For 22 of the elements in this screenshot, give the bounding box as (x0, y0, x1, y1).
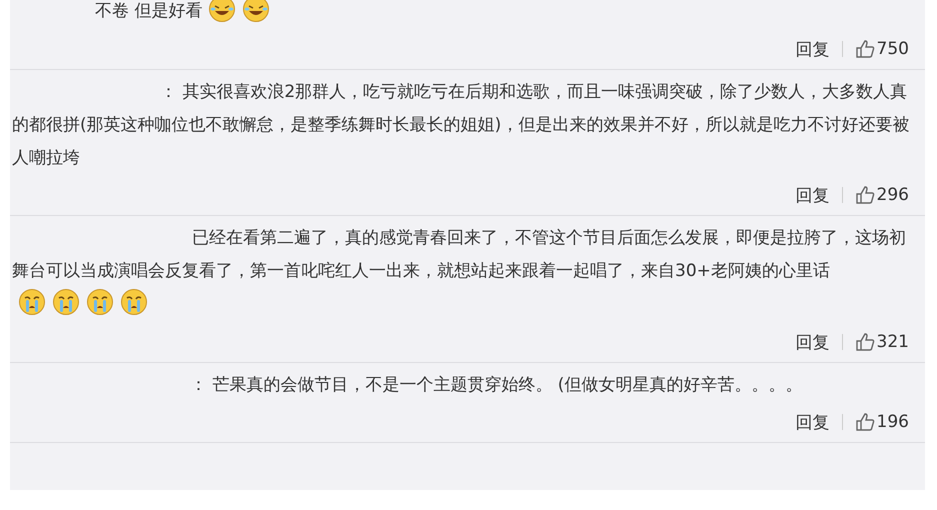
comment-text: ： 其实很喜欢浪2那群人，吃亏就吃亏在后期和选歌，而且一味强调突破，除了少数人，大多数人真的都很拼(那英这种咖位也不敢懈怠，是整季练舞时长最长的姐姐)，但是出来的效果并不好，所以就是吃力不讨好还要被人嘲拉垮 (12, 81, 910, 170)
reply-button[interactable]: 回复 (796, 38, 830, 60)
reply-button[interactable]: 回复 (796, 410, 830, 434)
thumbs-up-icon (854, 332, 875, 352)
crying-emoji-icon (86, 288, 114, 316)
crying-emoji-icon (120, 288, 148, 316)
comment-text: ： 芒果真的会做节目，不是一个主题贯穿始终。 (但做女明星真的好辛苦。。。。 (189, 374, 802, 397)
crying-emoji-icon (52, 288, 80, 316)
comment-text: 不卷 但是好看 (94, 0, 202, 23)
laughing-emoji-icon (242, 0, 270, 23)
reply-button[interactable]: 回复 (796, 330, 830, 354)
crying-emoji-icon (18, 288, 46, 316)
like-button[interactable]: 196 (854, 412, 909, 432)
thumbs-up-icon (854, 39, 875, 59)
comment-text: 已经在看第二遍了，真的感觉青春回来了，不管这个节目后面怎么发展，即便是拉胯了，这场初舞台可以当成演唱会反复看了，第一首叱咤红人一出来，就想站起来跟着一起唱了，来自30+老阿姨的心里话 (12, 227, 907, 283)
thumbs-up-icon (854, 185, 875, 205)
reply-button[interactable]: 回复 (796, 184, 830, 206)
like-button[interactable]: 750 (854, 39, 909, 59)
laughing-emoji-icon (208, 0, 236, 23)
like-button[interactable]: 296 (854, 185, 909, 205)
like-button[interactable]: 321 (854, 332, 909, 352)
thumbs-up-icon (854, 412, 875, 432)
